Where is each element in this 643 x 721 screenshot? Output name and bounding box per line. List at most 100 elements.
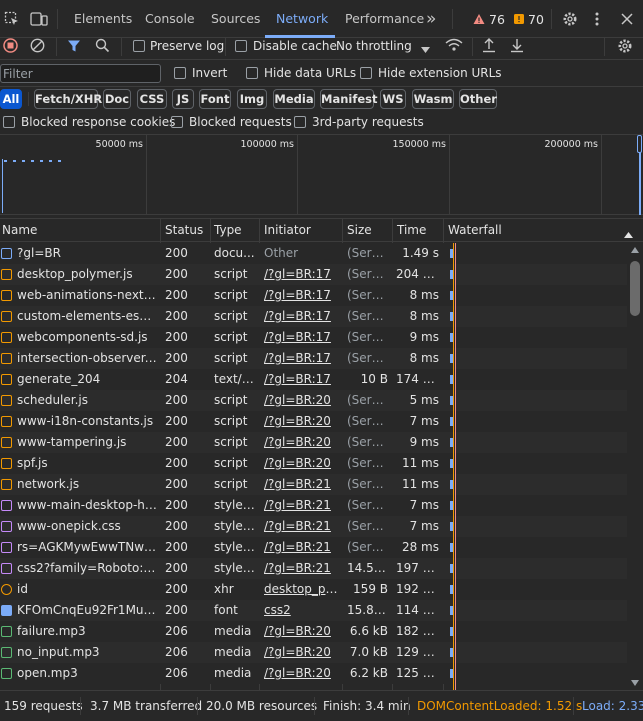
request-row[interactable]: generate_204 204 text/p... /?gl=BR:17 10 B 17…	[0, 369, 627, 390]
request-initiator[interactable]: /?gl=BR:20	[264, 642, 340, 663]
blocked-requests-label[interactable]: Blocked requests	[189, 115, 292, 129]
filter-input[interactable]	[0, 64, 161, 83]
request-name[interactable]: open.mp3	[17, 663, 158, 684]
request-name[interactable]: ?gl=BR	[17, 243, 158, 264]
sort-ascending-icon[interactable]	[624, 227, 633, 238]
request-name[interactable]: desktop_polymer.js	[17, 264, 158, 285]
more-tabs-button[interactable]: »	[426, 0, 436, 38]
request-initiator[interactable]: /?gl=BR:20	[264, 432, 340, 453]
disable-cache-checkbox[interactable]	[235, 40, 247, 52]
request-initiator[interactable]: /?gl=BR:20	[264, 621, 340, 642]
request-name[interactable]: css2?family=Roboto:wg...	[17, 558, 158, 579]
request-name[interactable]: no_input.mp3	[17, 642, 158, 663]
request-row[interactable]: spf.js 200 script /?gl=BR:20 (Servi... 11 ms	[0, 453, 627, 474]
request-row[interactable]: open.mp3 206 media /?gl=BR:20 6.2 kB 125 ms	[0, 663, 627, 684]
request-name[interactable]: custom-elements-es5-a...	[17, 306, 158, 327]
request-row[interactable]: intersection-observer.mi... 200 script /?gl…	[0, 348, 627, 369]
request-initiator[interactable]: /?gl=BR:20	[264, 663, 340, 684]
request-name[interactable]: www-onepick.css	[17, 516, 158, 537]
request-row[interactable]: desktop_polymer.js 200 script /?gl=BR:17 (Se…	[0, 264, 627, 285]
request-name[interactable]: generate_204	[17, 369, 158, 390]
chip-doc[interactable]: Doc	[103, 89, 131, 109]
request-initiator[interactable]: /?gl=BR:21	[264, 474, 340, 495]
filter-icon[interactable]	[67, 39, 81, 53]
column-header-initiator[interactable]: Initiator	[262, 219, 311, 243]
request-initiator[interactable]: /?gl=BR:21	[264, 537, 340, 558]
chip-ws[interactable]: WS	[380, 89, 406, 109]
column-header-time[interactable]: Time	[395, 219, 426, 243]
preserve-log-label[interactable]: Preserve log	[150, 39, 224, 53]
request-row[interactable]: id 200 xhr desktop_pol... 159 B 192 ms	[0, 579, 627, 600]
clear-icon[interactable]	[30, 38, 45, 53]
chip-wasm[interactable]: Wasm	[412, 89, 454, 109]
request-initiator[interactable]: /?gl=BR:20	[264, 453, 340, 474]
warning-icon[interactable]	[473, 13, 485, 25]
hide-extension-urls-label[interactable]: Hide extension URLs	[378, 66, 502, 80]
request-row[interactable]: rs=AGKMywEwwTNwbX... 200 styles... /?gl=BR:…	[0, 537, 627, 558]
import-har-icon[interactable]	[482, 38, 496, 53]
request-name[interactable]: web-animations-next-lit...	[17, 285, 158, 306]
third-party-label[interactable]: 3rd-party requests	[312, 115, 424, 129]
column-header-status[interactable]: Status	[163, 219, 203, 243]
request-row[interactable]: www-onepick.css 200 styles... /?gl=BR:21 (Se…	[0, 516, 627, 537]
request-initiator[interactable]: css2	[264, 600, 340, 621]
request-name[interactable]: scheduler.js	[17, 390, 158, 411]
request-initiator[interactable]: /?gl=BR:17	[264, 369, 340, 390]
request-name[interactable]: www-main-desktop-ho...	[17, 495, 158, 516]
chip-manifest[interactable]: Manifest	[320, 89, 377, 109]
disable-cache-label[interactable]: Disable cache	[253, 39, 337, 53]
invert-label[interactable]: Invert	[192, 66, 227, 80]
request-initiator[interactable]: /?gl=BR:17	[264, 348, 340, 369]
request-name[interactable]: www-tampering.js	[17, 432, 158, 453]
chip-font[interactable]: Font	[199, 89, 231, 109]
warnings-count[interactable]: 76	[489, 12, 505, 27]
request-name[interactable]: network.js	[17, 474, 158, 495]
request-row[interactable]: ?gl=BR 200 docu... Other (Servi... 1.49 s	[0, 243, 627, 264]
request-name[interactable]: rs=AGKMywEwwTNwbX...	[17, 537, 158, 558]
request-name[interactable]: www-i18n-constants.js	[17, 411, 158, 432]
record-stop-icon[interactable]	[3, 38, 18, 53]
chip-other[interactable]: Other	[459, 89, 497, 109]
request-row[interactable]: custom-elements-es5-a... 200 script /?gl=BR…	[0, 306, 627, 327]
error-icon[interactable]	[513, 13, 525, 25]
invert-checkbox[interactable]	[174, 67, 186, 79]
request-row[interactable]: css2?family=Roboto:wg... 200 styles... /?gl…	[0, 558, 627, 579]
network-conditions-icon[interactable]	[445, 38, 463, 53]
vertical-scrollbar[interactable]	[627, 243, 643, 690]
tab-elements[interactable]: Elements	[74, 0, 132, 38]
tab-console[interactable]: Console	[145, 0, 195, 38]
column-header-type[interactable]: Type	[212, 219, 242, 243]
chip-fetch-xhr[interactable]: Fetch/XHR	[34, 89, 102, 109]
overview-timeline[interactable]: 50000 ms 100000 ms 150000 ms 200000 ms	[0, 135, 643, 215]
tab-network[interactable]: Network	[276, 0, 328, 38]
hide-extension-urls-checkbox[interactable]	[360, 67, 372, 79]
blocked-requests-checkbox[interactable]	[171, 116, 183, 128]
request-initiator[interactable]: /?gl=BR:20	[264, 390, 340, 411]
request-name[interactable]: failure.mp3	[17, 621, 158, 642]
chip-all[interactable]: All	[0, 89, 22, 109]
request-row[interactable]: scheduler.js 200 script /?gl=BR:20 (Servi...…	[0, 390, 627, 411]
hide-data-urls-label[interactable]: Hide data URLs	[264, 66, 356, 80]
column-header-size[interactable]: Size	[345, 219, 372, 243]
request-row[interactable]: webcomponents-sd.js 200 script /?gl=BR:17 (S…	[0, 327, 627, 348]
column-header-waterfall[interactable]: Waterfall	[446, 219, 502, 243]
request-initiator[interactable]: /?gl=BR:20	[264, 411, 340, 432]
third-party-checkbox[interactable]	[294, 116, 306, 128]
request-row[interactable]: www-i18n-constants.js 200 script /?gl=BR:20…	[0, 411, 627, 432]
request-initiator[interactable]: /?gl=BR:17	[264, 327, 340, 348]
request-initiator[interactable]: /?gl=BR:21	[264, 558, 340, 579]
request-row[interactable]: www-tampering.js 200 script /?gl=BR:20 (Serv…	[0, 432, 627, 453]
request-name[interactable]: id	[17, 579, 158, 600]
request-name[interactable]: webcomponents-sd.js	[17, 327, 158, 348]
request-row[interactable]: web-animations-next-lit... 200 script /?gl=…	[0, 285, 627, 306]
network-settings-gear-icon[interactable]	[617, 38, 633, 54]
search-icon[interactable]	[95, 38, 110, 53]
request-initiator[interactable]: /?gl=BR:17	[264, 264, 340, 285]
request-name[interactable]: intersection-observer.mi...	[17, 348, 158, 369]
request-initiator[interactable]: /?gl=BR:17	[264, 285, 340, 306]
overview-selection-handle[interactable]	[637, 135, 642, 153]
chevron-down-icon[interactable]	[421, 42, 430, 53]
request-initiator[interactable]: /?gl=BR:21	[264, 516, 340, 537]
tab-sources[interactable]: Sources	[211, 0, 260, 38]
column-header-name[interactable]: Name	[0, 219, 37, 243]
